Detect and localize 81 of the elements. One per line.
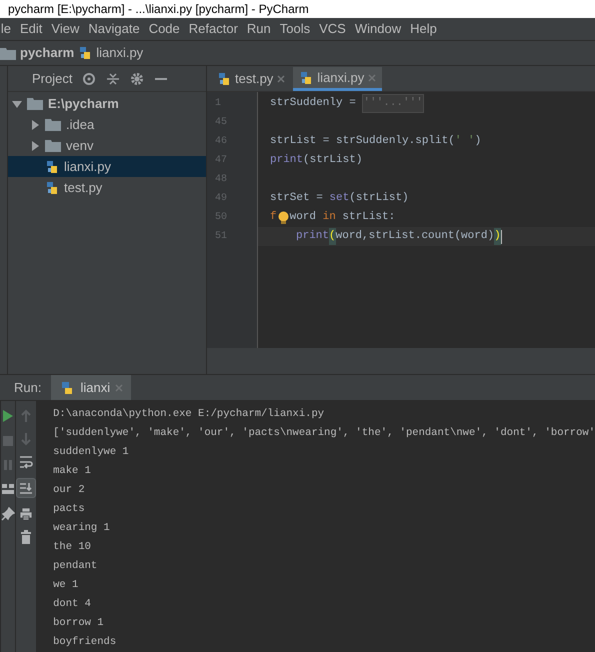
console-line: the 10	[53, 540, 92, 555]
menu-item[interactable]: ile	[0, 19, 12, 39]
layout-icon[interactable]	[1, 483, 16, 495]
folder-icon	[45, 118, 61, 131]
python-file-icon	[78, 46, 92, 60]
code-token: '''...'''	[362, 94, 424, 113]
code-token: strSet =	[270, 191, 324, 206]
console-line: ['suddenlywe', 'make', 'our', 'pacts\nwearing', 'the', 'pendant\nwe', 'dont', 'borrow'	[53, 426, 595, 441]
folder-icon	[0, 46, 16, 60]
console-line: wearing 1	[53, 520, 111, 536]
console-line: our 2	[53, 482, 86, 498]
code-token: print	[296, 229, 330, 244]
collapsed-arrow-icon[interactable]	[30, 120, 40, 130]
console-line: pacts	[53, 502, 86, 517]
code-token: word	[290, 210, 318, 226]
code-token: ' '	[454, 134, 475, 150]
target-icon[interactable]	[82, 72, 96, 86]
code-token: word,strList.count(word)	[336, 229, 494, 244]
text-cursor	[500, 230, 502, 244]
tree-item[interactable]: .idea	[8, 114, 206, 135]
breadcrumb-item[interactable]: pycharm	[20, 43, 74, 63]
run-label: Run:	[14, 378, 42, 397]
menu-item[interactable]: View	[51, 19, 80, 39]
scroll-to-end-toggle[interactable]	[16, 478, 36, 498]
run-tab[interactable]: lianxi	[51, 375, 132, 400]
menu-item[interactable]: Tools	[280, 19, 310, 39]
code-token: in	[322, 210, 336, 226]
console-line: make 1	[53, 464, 92, 479]
project-view-dropdown[interactable]: Project	[32, 68, 72, 88]
collapsed-arrow-icon[interactable]	[30, 140, 40, 150]
menu-item[interactable]: VCS	[319, 19, 346, 39]
code-token: (strList)	[303, 153, 362, 168]
console-line: suddenlywe 1	[53, 444, 130, 460]
tree-item[interactable]: lianxi.py	[8, 156, 206, 177]
menu-item[interactable]: Navigate	[88, 19, 140, 39]
code-token: print	[270, 153, 304, 168]
editor-tab[interactable]: lianxi.py	[293, 67, 382, 91]
code-token: set	[329, 191, 350, 206]
code-token: )	[474, 134, 482, 150]
menu-item[interactable]: Edit	[20, 19, 42, 39]
pin-icon[interactable]	[1, 507, 16, 521]
console-line: we 1	[53, 578, 80, 593]
scroll-to-end-icon	[19, 481, 34, 495]
console-line: boyfriends	[53, 634, 118, 650]
print-icon[interactable]	[19, 507, 34, 521]
python-file-icon	[45, 180, 59, 194]
console-line: D:\anaconda\python.exe E:/pycharm/lianxi.py	[53, 406, 326, 422]
console-line: borrow 1	[53, 616, 105, 631]
code-token: strList:	[341, 210, 396, 226]
breadcrumb-item[interactable]: lianxi.py	[96, 43, 144, 63]
python-file-icon	[299, 70, 314, 84]
settings-icon[interactable]	[130, 72, 144, 86]
folder-icon	[27, 97, 43, 110]
menu-item[interactable]: Refactor	[188, 19, 238, 39]
code-token: strSuddenly =	[270, 96, 357, 112]
code-token: (	[329, 228, 336, 245]
menu-item[interactable]: Code	[148, 19, 180, 39]
menu-item[interactable]: Window	[354, 19, 402, 39]
lightbulb-icon[interactable]	[276, 210, 290, 224]
trash-icon[interactable]	[20, 530, 32, 544]
code-token: )	[494, 228, 501, 245]
collapse-icon[interactable]	[106, 72, 120, 86]
window-title: pycharm [E:\pycharm] - ...\lianxi.py [pycharm] - PyCharm	[8, 1, 309, 18]
play-icon[interactable]	[2, 409, 14, 423]
close-icon[interactable]	[277, 75, 286, 83]
editor-tab[interactable]: test.py	[211, 67, 292, 91]
tree-item[interactable]: venv	[8, 135, 206, 156]
menu-item[interactable]: Help	[410, 19, 437, 39]
tree-item[interactable]: E:\pycharm	[8, 93, 206, 114]
console-line: pendant	[53, 558, 98, 574]
menu-item[interactable]: Run	[246, 19, 271, 39]
python-file-icon	[45, 160, 59, 174]
tree-item[interactable]: test.py	[8, 177, 206, 198]
soft-wrap-icon[interactable]	[19, 455, 34, 469]
folder-icon	[45, 139, 61, 152]
expanded-arrow-icon[interactable]	[12, 98, 22, 108]
console-line: dont 4	[53, 596, 92, 612]
code-token: f	[270, 210, 277, 226]
python-file-icon	[217, 72, 231, 86]
code-token: (strList)	[349, 191, 409, 206]
code-token: strList = strSuddenly.split(	[270, 134, 455, 150]
